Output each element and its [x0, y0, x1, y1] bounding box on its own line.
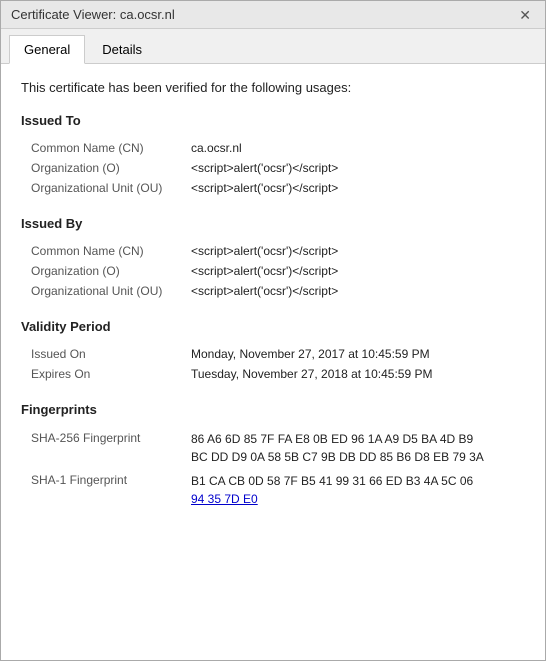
tab-general[interactable]: General	[9, 35, 85, 64]
issued-on-row: Issued On Monday, November 27, 2017 at 1…	[21, 344, 525, 364]
issued-on-label: Issued On	[31, 347, 191, 361]
issued-by-section: Issued By Common Name (CN) <script>alert…	[21, 216, 525, 301]
close-button[interactable]: ✕	[515, 8, 535, 22]
issued-by-org-row: Organization (O) <script>alert('ocsr')</…	[21, 261, 525, 281]
sha1-row: SHA-1 Fingerprint B1 CA CB 0D 58 7F B5 4…	[21, 469, 525, 511]
issued-to-ou-value: <script>alert('ocsr')</script>	[191, 181, 525, 195]
issued-by-org-value: <script>alert('ocsr')</script>	[191, 264, 525, 278]
issued-on-value: Monday, November 27, 2017 at 10:45:59 PM	[191, 347, 525, 361]
issued-to-cn-label: Common Name (CN)	[31, 141, 191, 155]
sha1-value: B1 CA CB 0D 58 7F B5 41 99 31 66 ED B3 4…	[191, 472, 525, 508]
issued-to-org-label: Organization (O)	[31, 161, 191, 175]
expires-on-row: Expires On Tuesday, November 27, 2018 at…	[21, 364, 525, 384]
validity-period-section: Validity Period Issued On Monday, Novemb…	[21, 319, 525, 384]
issued-to-org-row: Organization (O) <script>alert('ocsr')</…	[21, 158, 525, 178]
issued-by-ou-value: <script>alert('ocsr')</script>	[191, 284, 525, 298]
expires-on-label: Expires On	[31, 367, 191, 381]
issued-by-cn-value: <script>alert('ocsr')</script>	[191, 244, 525, 258]
content-area: This certificate has been verified for t…	[1, 64, 545, 660]
issued-to-cn-value: ca.ocsr.nl	[191, 141, 525, 155]
issued-by-cn-row: Common Name (CN) <script>alert('ocsr')</…	[21, 241, 525, 261]
issued-by-ou-label: Organizational Unit (OU)	[31, 284, 191, 298]
issued-to-cn-row: Common Name (CN) ca.ocsr.nl	[21, 138, 525, 158]
issued-by-title: Issued By	[21, 216, 525, 231]
tab-bar: General Details	[1, 29, 545, 64]
dialog-title: Certificate Viewer: ca.ocsr.nl	[11, 7, 175, 22]
title-bar: Certificate Viewer: ca.ocsr.nl ✕	[1, 1, 545, 29]
tab-details[interactable]: Details	[87, 35, 157, 63]
verified-text: This certificate has been verified for t…	[21, 80, 525, 95]
expires-on-value: Tuesday, November 27, 2018 at 10:45:59 P…	[191, 367, 525, 381]
fingerprints-section: Fingerprints SHA-256 Fingerprint 86 A6 6…	[21, 402, 525, 511]
issued-to-ou-row: Organizational Unit (OU) <script>alert('…	[21, 178, 525, 198]
sha256-value: 86 A6 6D 85 7F FA E8 0B ED 96 1A A9 D5 B…	[191, 430, 525, 466]
validity-period-title: Validity Period	[21, 319, 525, 334]
sha256-row: SHA-256 Fingerprint 86 A6 6D 85 7F FA E8…	[21, 427, 525, 469]
certificate-viewer-dialog: Certificate Viewer: ca.ocsr.nl ✕ General…	[0, 0, 546, 661]
issued-by-cn-label: Common Name (CN)	[31, 244, 191, 258]
fingerprints-title: Fingerprints	[21, 402, 525, 417]
sha1-label: SHA-1 Fingerprint	[31, 472, 191, 487]
sha256-label: SHA-256 Fingerprint	[31, 430, 191, 445]
issued-to-title: Issued To	[21, 113, 525, 128]
issued-to-ou-label: Organizational Unit (OU)	[31, 181, 191, 195]
issued-to-org-value: <script>alert('ocsr')</script>	[191, 161, 525, 175]
issued-by-org-label: Organization (O)	[31, 264, 191, 278]
issued-to-section: Issued To Common Name (CN) ca.ocsr.nl Or…	[21, 113, 525, 198]
issued-by-ou-row: Organizational Unit (OU) <script>alert('…	[21, 281, 525, 301]
